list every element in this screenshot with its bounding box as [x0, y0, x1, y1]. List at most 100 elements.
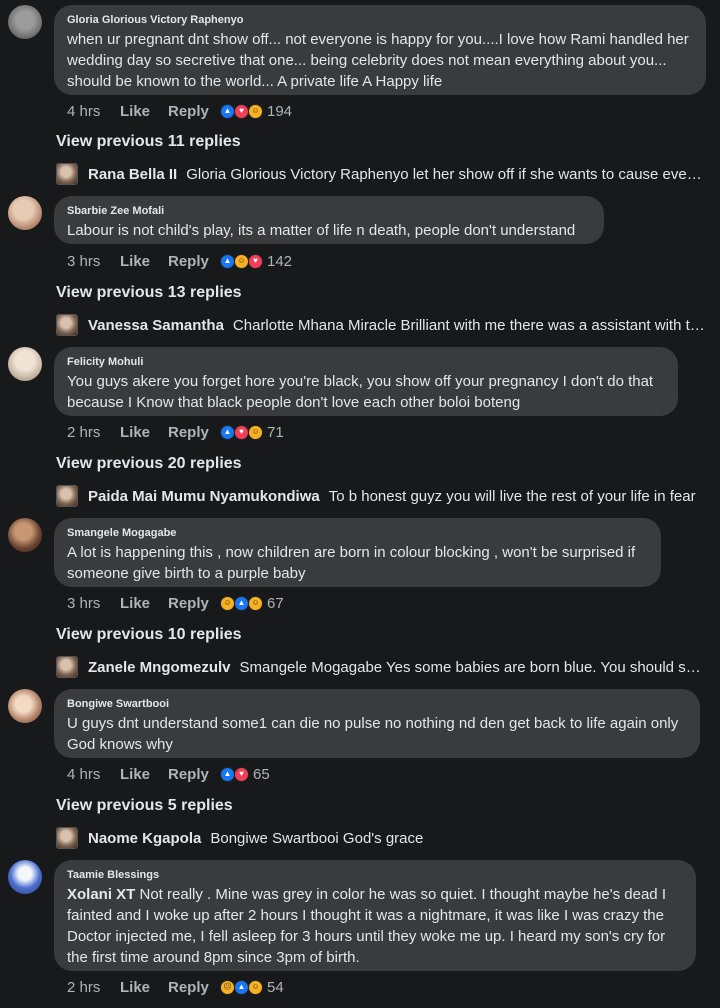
reply-author[interactable]: Paida Mai Mumu Nyamukondiwa — [88, 488, 320, 505]
reply-avatar — [56, 656, 78, 678]
reaction-count[interactable]: 65 — [253, 766, 270, 783]
like-button[interactable]: Like — [120, 595, 168, 612]
reaction-count[interactable]: 71 — [267, 424, 284, 441]
reply-avatar — [56, 163, 78, 185]
reply-text: Charlotte Mhana Miracle Brilliant with m… — [232, 316, 706, 334]
reply-avatar — [56, 314, 78, 336]
haha-reaction-icon: ☺ — [234, 253, 249, 269]
comment-author[interactable]: Gloria Glorious Victory Raphenyo — [67, 13, 694, 28]
reactions[interactable]: ▲ ♥ ☺ — [220, 103, 263, 119]
comment-author[interactable]: Felicity Mohuli — [67, 355, 666, 370]
comment-author[interactable]: Smangele Mogagabe — [67, 526, 649, 541]
view-previous-replies[interactable]: View previous 5 replies — [56, 796, 233, 816]
like-reaction-icon: ▲ — [234, 979, 249, 995]
haha-reaction-icon: ☺ — [248, 595, 263, 611]
reaction-count[interactable]: 54 — [267, 979, 284, 996]
reply-text: To b honest guyz you will live the rest … — [328, 487, 696, 505]
comment-text: U guys dnt understand some1 can die no p… — [67, 715, 679, 753]
reply-text: Smangele Mogagabe Yes some babies are bo… — [239, 658, 706, 676]
reply-avatar — [56, 485, 78, 507]
like-button[interactable]: Like — [120, 424, 168, 441]
like-reaction-icon: ▲ — [234, 595, 249, 611]
comment-actions: 4 hrs Like Reply ▲ ♥ 65 — [67, 764, 270, 784]
reply-preview[interactable]: Zanele Mngomezulv Smangele Mogagabe Yes … — [56, 655, 706, 679]
avatar[interactable] — [8, 196, 42, 230]
view-previous-replies[interactable]: View previous 10 replies — [56, 625, 242, 645]
haha-reaction-icon: ☺ — [248, 424, 263, 440]
reply-author[interactable]: Rana Bella II — [88, 166, 177, 183]
timestamp[interactable]: 3 hrs — [67, 595, 120, 612]
reply-button[interactable]: Reply — [168, 253, 220, 270]
comment-actions: 2 hrs Like Reply ▲ ♥ ☺ 71 — [67, 422, 284, 442]
reply-text: Bongiwe Swartbooi God's grace — [210, 829, 424, 847]
comment-text: Xolani XT Not really . Mine was grey in … — [67, 884, 684, 968]
reply-button[interactable]: Reply — [168, 424, 220, 441]
comment-text: when ur pregnant dnt show off... not eve… — [67, 31, 689, 90]
reply-avatar — [56, 827, 78, 849]
view-previous-replies[interactable]: View previous 13 replies — [56, 283, 242, 303]
avatar[interactable] — [8, 860, 42, 894]
reactions[interactable]: ▲ ☺ ♥ — [220, 253, 263, 269]
like-button[interactable]: Like — [120, 253, 168, 270]
like-reaction-icon: ▲ — [220, 253, 235, 269]
love-reaction-icon: ♥ — [248, 253, 263, 269]
comment-text: A lot is happening this , now children a… — [67, 544, 636, 582]
comment-bubble: Sbarbie Zee Mofali Labour is not child's… — [54, 196, 604, 244]
reply-preview[interactable]: Paida Mai Mumu Nyamukondiwa To b honest … — [56, 484, 706, 508]
reply-preview[interactable]: Rana Bella II Gloria Glorious Victory Ra… — [56, 162, 706, 186]
reply-button[interactable]: Reply — [168, 979, 220, 996]
comment-author[interactable]: Sbarbie Zee Mofali — [67, 204, 592, 219]
avatar[interactable] — [8, 689, 42, 723]
timestamp[interactable]: 4 hrs — [67, 103, 120, 120]
reaction-count[interactable]: 142 — [267, 253, 292, 270]
reactions[interactable]: ☺ ▲ ☺ — [220, 595, 263, 611]
reply-text: Gloria Glorious Victory Raphenyo let her… — [186, 165, 706, 183]
comment-text: You guys akere you forget hore you're bl… — [67, 373, 654, 411]
reaction-count[interactable]: 194 — [267, 103, 292, 120]
haha-reaction-icon: ☺ — [220, 595, 235, 611]
comment-actions: 3 hrs Like Reply ☺ ▲ ☺ 67 — [67, 593, 284, 613]
avatar[interactable] — [8, 5, 42, 39]
comment-bubble: Felicity Mohuli You guys akere you forge… — [54, 347, 678, 416]
view-previous-replies[interactable]: View previous 20 replies — [56, 454, 242, 474]
comment-actions: 2 hrs Like Reply ☹ ▲ ☺ 54 — [67, 977, 284, 997]
view-previous-replies[interactable]: View previous 11 replies — [56, 132, 241, 152]
comment-bubble: Taamie Blessings Xolani XT Not really . … — [54, 860, 696, 971]
reactions[interactable]: ▲ ♥ ☺ — [220, 424, 263, 440]
love-reaction-icon: ♥ — [234, 424, 249, 440]
comment-actions: 4 hrs Like Reply ▲ ♥ ☺ 194 — [67, 101, 292, 121]
love-reaction-icon: ♥ — [234, 103, 249, 119]
comment-actions: 3 hrs Like Reply ▲ ☺ ♥ 142 — [67, 251, 292, 271]
comment-text: Labour is not child's play, its a matter… — [67, 222, 576, 239]
like-button[interactable]: Like — [120, 103, 168, 120]
sad-reaction-icon: ☹ — [220, 979, 235, 995]
like-button[interactable]: Like — [120, 766, 168, 783]
reply-author[interactable]: Zanele Mngomezulv — [88, 659, 231, 676]
like-reaction-icon: ▲ — [220, 766, 235, 782]
reply-preview[interactable]: Vanessa Samantha Charlotte Mhana Miracle… — [56, 313, 706, 337]
comment-author[interactable]: Taamie Blessings — [67, 868, 684, 883]
comment-bubble: Smangele Mogagabe A lot is happening thi… — [54, 518, 661, 587]
reply-button[interactable]: Reply — [168, 103, 220, 120]
reply-button[interactable]: Reply — [168, 595, 220, 612]
like-button[interactable]: Like — [120, 979, 168, 996]
reactions[interactable]: ▲ ♥ — [220, 766, 249, 782]
mentioned-user[interactable]: Xolani XT — [67, 886, 135, 903]
reply-author[interactable]: Naome Kgapola — [88, 830, 201, 847]
reply-preview[interactable]: Naome Kgapola Bongiwe Swartbooi God's gr… — [56, 826, 706, 850]
comment-author[interactable]: Bongiwe Swartbooi — [67, 697, 688, 712]
comment-bubble: Bongiwe Swartbooi U guys dnt understand … — [54, 689, 700, 758]
reply-author[interactable]: Vanessa Samantha — [88, 317, 224, 334]
timestamp[interactable]: 3 hrs — [67, 253, 120, 270]
reaction-count[interactable]: 67 — [267, 595, 284, 612]
avatar[interactable] — [8, 518, 42, 552]
timestamp[interactable]: 2 hrs — [67, 979, 120, 996]
haha-reaction-icon: ☺ — [248, 103, 263, 119]
reactions[interactable]: ☹ ▲ ☺ — [220, 979, 263, 995]
haha-reaction-icon: ☺ — [248, 979, 263, 995]
comment-bubble: Gloria Glorious Victory Raphenyo when ur… — [54, 5, 706, 95]
timestamp[interactable]: 2 hrs — [67, 424, 120, 441]
reply-button[interactable]: Reply — [168, 766, 220, 783]
timestamp[interactable]: 4 hrs — [67, 766, 120, 783]
avatar[interactable] — [8, 347, 42, 381]
